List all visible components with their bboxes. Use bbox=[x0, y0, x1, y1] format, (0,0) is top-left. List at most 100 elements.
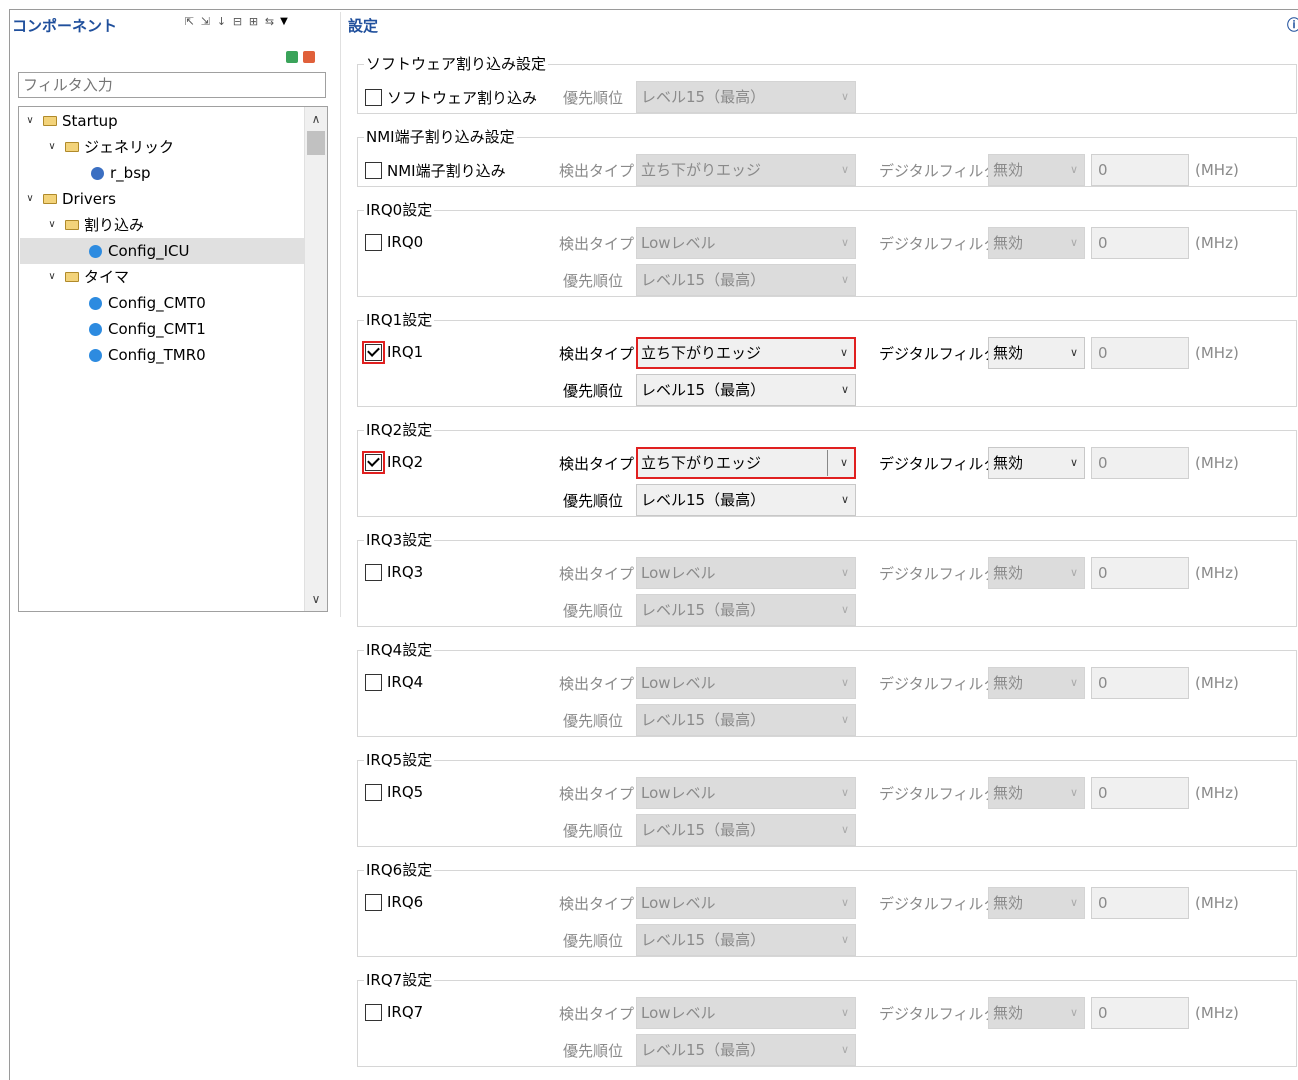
remove-component-icon[interactable] bbox=[303, 51, 315, 63]
irq1-detect-type-select[interactable]: 立ち下がりエッジ ∨ bbox=[636, 337, 856, 369]
tree-item-timers[interactable]: ∨ タイマ bbox=[45, 264, 129, 290]
irq6-priority-select[interactable]: レベル15（最高） ∨ bbox=[636, 924, 856, 956]
irq6-detect-type-select[interactable]: Lowレベル ∨ bbox=[636, 887, 856, 919]
chevron-down-icon[interactable]: ∨ bbox=[45, 212, 59, 238]
irq7-checkbox[interactable] bbox=[365, 1003, 382, 1021]
irq6-checkbox-row[interactable]: IRQ6 bbox=[365, 893, 423, 911]
irq1-checkbox[interactable] bbox=[362, 340, 385, 364]
chevron-down-icon[interactable]: ∨ bbox=[23, 186, 37, 212]
irq0-checkbox-row[interactable]: IRQ0 bbox=[365, 233, 423, 251]
irq4-priority-select[interactable]: レベル15（最高） ∨ bbox=[636, 704, 856, 736]
irq5-priority-select[interactable]: レベル15（最高） ∨ bbox=[636, 814, 856, 846]
nmi-digital-filter-select[interactable]: 無効 ∨ bbox=[988, 154, 1085, 186]
software-interrupt-checkbox[interactable] bbox=[365, 89, 382, 106]
select-value: Lowレベル bbox=[641, 234, 716, 252]
irq2-checkbox-row[interactable]: IRQ2 bbox=[362, 450, 423, 474]
digital-filter-label: デジタルフィルタ bbox=[879, 162, 999, 180]
scroll-up-icon[interactable]: ∧ bbox=[305, 109, 327, 129]
tree-item-config-cmt0[interactable]: Config_CMT0 bbox=[89, 290, 206, 316]
nmi-detect-type-select[interactable]: 立ち下がりエッジ ∨ bbox=[636, 154, 856, 186]
tree-item-r-bsp[interactable]: r_bsp bbox=[91, 160, 151, 186]
priority-label: 優先順位 bbox=[563, 602, 624, 620]
irq2-digital-filter-select[interactable]: 無効 ∨ bbox=[988, 447, 1085, 479]
irq1-priority-select[interactable]: レベル15（最高） ∨ bbox=[636, 374, 856, 406]
tree-item-startup[interactable]: ∨ Startup bbox=[23, 108, 117, 134]
irq7-frequency-field[interactable]: 0 bbox=[1091, 997, 1189, 1029]
irq5-frequency-field[interactable]: 0 bbox=[1091, 777, 1189, 809]
irq2-detect-type-select[interactable]: 立ち下がりエッジ ∨ bbox=[636, 447, 856, 479]
irq7-digital-filter-select[interactable]: 無効 ∨ bbox=[988, 997, 1085, 1029]
nmi-frequency-field[interactable]: 0 bbox=[1091, 154, 1189, 186]
select-value: レベル15（最高） bbox=[641, 601, 766, 619]
irq7-checkbox-row[interactable]: IRQ7 bbox=[365, 1003, 423, 1021]
irq4-checkbox-row[interactable]: IRQ4 bbox=[365, 673, 423, 691]
collapse-all-icon[interactable]: ⊟ bbox=[231, 15, 244, 28]
irq6-digital-filter-select[interactable]: 無効 ∨ bbox=[988, 887, 1085, 919]
view-menu-icon[interactable]: ▼ bbox=[279, 15, 289, 28]
panel-divider[interactable] bbox=[340, 12, 341, 617]
chevron-down-icon[interactable]: ∨ bbox=[23, 108, 37, 134]
irq3-frequency-field[interactable]: 0 bbox=[1091, 557, 1189, 589]
irq3-priority-select[interactable]: レベル15（最高） ∨ bbox=[636, 594, 856, 626]
irq5-checkbox-row[interactable]: IRQ5 bbox=[365, 783, 423, 801]
irq2-priority-select[interactable]: レベル15（最高） ∨ bbox=[636, 484, 856, 516]
irq3-checkbox[interactable] bbox=[365, 563, 382, 581]
irq1-checkbox-row[interactable]: IRQ1 bbox=[362, 340, 423, 364]
irq5-digital-filter-select[interactable]: 無効 ∨ bbox=[988, 777, 1085, 809]
tree-item-config-icu[interactable]: Config_ICU bbox=[20, 238, 304, 264]
select-value: レベル15（最高） bbox=[641, 821, 766, 839]
scrollbar-thumb[interactable] bbox=[307, 131, 325, 155]
select-value: Lowレベル bbox=[641, 784, 716, 802]
chevron-down-icon[interactable]: ∨ bbox=[45, 264, 59, 290]
digital-filter-label: デジタルフィルタ bbox=[879, 1005, 999, 1023]
irq3-digital-filter-select[interactable]: 無効 ∨ bbox=[988, 557, 1085, 589]
irq0-frequency-field[interactable]: 0 bbox=[1091, 227, 1189, 259]
irq7-detect-type-select[interactable]: Lowレベル ∨ bbox=[636, 997, 856, 1029]
irq3-checkbox-row[interactable]: IRQ3 bbox=[365, 563, 423, 581]
nmi-checkbox[interactable] bbox=[365, 162, 382, 179]
expand-all-icon[interactable]: ⊞ bbox=[247, 15, 260, 28]
detect-type-label: 検出タイプ bbox=[559, 235, 635, 253]
scroll-down-icon[interactable]: ∨ bbox=[305, 589, 327, 609]
irq2-checkbox[interactable] bbox=[362, 450, 385, 474]
irq1-digital-filter-select[interactable]: 無効 ∨ bbox=[988, 337, 1085, 369]
irq4-frequency-field[interactable]: 0 bbox=[1091, 667, 1189, 699]
irq0-detect-type-select[interactable]: Lowレベル ∨ bbox=[636, 227, 856, 259]
digital-filter-label: デジタルフィルタ bbox=[879, 235, 999, 253]
tree-scrollbar[interactable]: ∧ ∨ bbox=[304, 107, 327, 611]
irq0-priority-select[interactable]: レベル15（最高） ∨ bbox=[636, 264, 856, 296]
tree-item-drivers[interactable]: ∨ Drivers bbox=[23, 186, 116, 212]
irq4-digital-filter-select[interactable]: 無効 ∨ bbox=[988, 667, 1085, 699]
filter-input[interactable] bbox=[18, 72, 326, 98]
irq7-priority-select[interactable]: レベル15（最高） ∨ bbox=[636, 1034, 856, 1066]
link-icon[interactable]: ⇆ bbox=[263, 15, 276, 28]
irq5-checkbox[interactable] bbox=[365, 783, 382, 801]
irq2-frequency-field[interactable]: 0 bbox=[1091, 447, 1189, 479]
software-priority-select[interactable]: レベル15（最高） ∨ bbox=[636, 81, 856, 113]
nmi-checkbox-row[interactable]: NMI端子割り込み bbox=[365, 160, 506, 181]
irq4-checkbox[interactable] bbox=[365, 673, 382, 691]
irq6-frequency-field[interactable]: 0 bbox=[1091, 887, 1189, 919]
irq4-detect-type-select[interactable]: Lowレベル ∨ bbox=[636, 667, 856, 699]
tree-item-generic[interactable]: ∨ ジェネリック bbox=[45, 134, 174, 160]
sort-icon[interactable]: ↓ bbox=[215, 15, 228, 28]
tree-item-config-cmt1[interactable]: Config_CMT1 bbox=[89, 316, 206, 342]
irq3-detect-type-select[interactable]: Lowレベル ∨ bbox=[636, 557, 856, 589]
irq0-checkbox[interactable] bbox=[365, 233, 382, 251]
checkbox-label: IRQ3 bbox=[387, 563, 424, 581]
select-value: Lowレベル bbox=[641, 674, 716, 692]
export-icon[interactable]: ⇲ bbox=[199, 15, 212, 28]
irq1-frequency-field[interactable]: 0 bbox=[1091, 337, 1189, 369]
irq5-detect-type-select[interactable]: Lowレベル ∨ bbox=[636, 777, 856, 809]
tree-item-config-tmr0[interactable]: Config_TMR0 bbox=[89, 342, 206, 368]
add-component-icon[interactable] bbox=[286, 51, 298, 63]
priority-label: 優先順位 bbox=[563, 712, 624, 730]
info-icon[interactable]: ⓘ bbox=[1287, 15, 1298, 35]
import-icon[interactable]: ⇱ bbox=[183, 15, 196, 28]
tree-item-interrupts[interactable]: ∨ 割り込み bbox=[45, 212, 144, 238]
chevron-down-icon[interactable]: ∨ bbox=[45, 134, 59, 160]
irq6-checkbox[interactable] bbox=[365, 893, 382, 911]
chevron-down-icon: ∨ bbox=[840, 1006, 849, 1019]
irq0-digital-filter-select[interactable]: 無効 ∨ bbox=[988, 227, 1085, 259]
software-interrupt-checkbox-row[interactable]: ソフトウェア割り込み bbox=[365, 87, 537, 108]
